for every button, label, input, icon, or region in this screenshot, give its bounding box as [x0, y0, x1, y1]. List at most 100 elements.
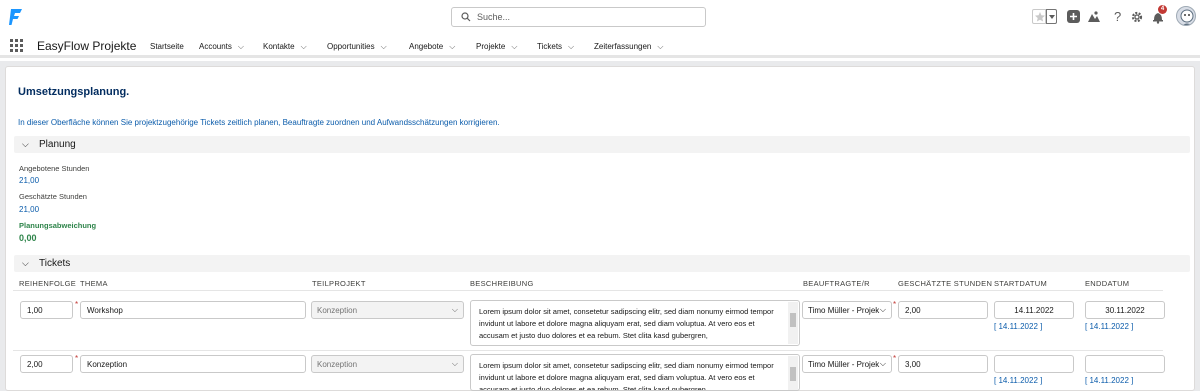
- column-header-thema: THEMA: [80, 279, 108, 288]
- nav-item-startseite[interactable]: Startseite: [150, 42, 184, 51]
- nav-item-opportunities[interactable]: Opportunities ⌵: [327, 42, 387, 52]
- easyflow-logo[interactable]: [9, 8, 23, 26]
- enddatum-default-link[interactable]: [ 14.11.2022 ]: [1085, 376, 1133, 385]
- chevron-down-icon[interactable]: ⌵: [301, 42, 307, 51]
- section-label: Planung: [39, 139, 76, 150]
- nav-item-label: Tickets: [537, 42, 563, 51]
- nav-item-label: Accounts: [199, 42, 232, 51]
- help-icon[interactable]: ?: [1112, 9, 1124, 23]
- app-navigation-bar: EasyFlow Projekte Startseite Accounts ⌵ K…: [0, 34, 1200, 58]
- notification-count-badge: 4: [1158, 5, 1167, 14]
- reihenfolge-input[interactable]: 2,00: [20, 355, 73, 373]
- chevron-down-icon[interactable]: ⌵: [511, 42, 517, 51]
- chevron-down-icon: ⌵: [879, 359, 886, 368]
- nav-item-tickets[interactable]: Tickets ⌵: [537, 42, 574, 52]
- required-marker: *: [893, 300, 897, 309]
- global-actions-button[interactable]: [1067, 10, 1080, 23]
- nav-item-angebote[interactable]: Angebote ⌵: [409, 42, 455, 52]
- plus-icon: [1070, 13, 1077, 20]
- column-header-startdatum: STARTDATUM: [994, 279, 1047, 288]
- section-label: Tickets: [39, 258, 71, 269]
- svg-text:?: ?: [1114, 9, 1121, 23]
- avatar-icon: [1180, 9, 1194, 25]
- page-background: Umsetzungsplanung. In dieser Oberfläche …: [0, 61, 1200, 391]
- startdatum-default-link[interactable]: [ 14.11.2022 ]: [994, 376, 1042, 385]
- enddatum-input[interactable]: 30.11.2022: [1085, 301, 1165, 319]
- trailhead-icon[interactable]: [1087, 10, 1101, 24]
- search-placeholder: Suche...: [477, 12, 511, 22]
- startdatum-input[interactable]: 14.11.2022: [994, 301, 1074, 319]
- required-marker: *: [75, 300, 79, 309]
- planungsabweichung-value: 0,00: [19, 233, 37, 243]
- beauftragte-value: Timo Müller - Projek: [808, 360, 880, 369]
- column-header-reihenfolge: REIHENFOLGE: [19, 279, 77, 288]
- gear-icon[interactable]: [1130, 10, 1144, 24]
- teilprojekt-value: Konzeption: [317, 360, 358, 369]
- favorites-menu-button[interactable]: [1046, 9, 1057, 24]
- user-avatar[interactable]: [1176, 6, 1196, 26]
- planungsabweichung-label: Planungsabweichung: [19, 221, 97, 230]
- angebotene-stunden-value: 21,00: [19, 176, 40, 185]
- enddatum-link-text: 14.11.2022: [1089, 322, 1129, 331]
- enddatum-link-text: 14.11.2022: [1089, 376, 1129, 385]
- section-header-planung[interactable]: ⌵ Planung: [14, 136, 1190, 153]
- nav-item-label: Startseite: [150, 42, 184, 51]
- enddatum-input[interactable]: [1085, 355, 1165, 373]
- angebotene-stunden-label: Angebotene Stunden: [19, 164, 90, 173]
- beschreibung-text: Lorem ipsum dolor sit amet, consetetur s…: [479, 307, 774, 340]
- reihenfolge-input[interactable]: 1,00: [20, 301, 73, 319]
- chevron-down-icon[interactable]: ⌵: [238, 42, 244, 51]
- beauftragte-select[interactable]: Timo Müller - Projek ⌵: [802, 355, 892, 373]
- beschreibung-textarea[interactable]: Lorem ipsum dolor sit amet, consetetur s…: [470, 300, 800, 346]
- search-icon: [461, 12, 471, 22]
- beauftragte-value: Timo Müller - Projek: [808, 306, 880, 315]
- beschreibung-textarea[interactable]: Lorem ipsum dolor sit amet, consetetur s…: [470, 354, 800, 391]
- nav-item-zeiterfassungen[interactable]: Zeiterfassungen ⌵: [594, 42, 663, 52]
- chevron-down-icon: ⌵: [451, 305, 458, 314]
- nav-item-label: Angebote: [409, 42, 444, 51]
- column-header-beauftragte: BEAUFTRAGTE/R: [803, 279, 870, 288]
- required-marker: *: [893, 354, 897, 363]
- column-header-teilprojekt: TEILPROJEKT: [312, 279, 366, 288]
- row-divider: [13, 350, 1163, 351]
- chevron-down-icon: ⌵: [879, 305, 886, 314]
- global-header: Suche... ? 4: [0, 0, 1200, 34]
- app-launcher-icon[interactable]: [10, 39, 23, 52]
- column-header-enddatum: ENDDATUM: [1085, 279, 1130, 288]
- teilprojekt-select[interactable]: Konzeption ⌵: [311, 355, 464, 373]
- app-name: EasyFlow Projekte: [37, 39, 137, 53]
- chevron-down-icon[interactable]: ⌵: [568, 42, 574, 51]
- startdatum-link-text: 14.11.2022: [998, 376, 1038, 385]
- scrollbar-thumb[interactable]: [790, 367, 796, 381]
- chevron-down-icon[interactable]: ⌵: [449, 42, 455, 51]
- teilprojekt-value: Konzeption: [317, 306, 358, 315]
- global-search-input[interactable]: Suche...: [451, 7, 706, 27]
- nav-item-accounts[interactable]: Accounts ⌵: [199, 42, 244, 52]
- enddatum-default-link[interactable]: [ 14.11.2022 ]: [1085, 322, 1133, 331]
- beauftragte-select[interactable]: Timo Müller - Projek ⌵: [802, 301, 892, 319]
- geschaetzte-stunden-input[interactable]: 2,00: [898, 301, 988, 319]
- beschreibung-text: Lorem ipsum dolor sit amet, consetetur s…: [479, 361, 774, 391]
- thema-input[interactable]: Konzeption: [80, 355, 306, 373]
- teilprojekt-select[interactable]: Konzeption ⌵: [311, 301, 464, 319]
- geschaetzte-stunden-label: Geschätzte Stunden: [19, 192, 87, 201]
- nav-item-label: Opportunities: [327, 42, 375, 51]
- startdatum-default-link[interactable]: [ 14.11.2022 ]: [994, 322, 1042, 331]
- section-header-tickets[interactable]: ⌵ Tickets: [14, 255, 1190, 272]
- nav-item-label: Zeiterfassungen: [594, 42, 652, 51]
- chevron-down-icon[interactable]: ⌵: [657, 42, 663, 51]
- page-title: Umsetzungsplanung.: [18, 86, 130, 98]
- chevron-down-icon: [1049, 15, 1055, 19]
- favorites-star-button[interactable]: [1032, 9, 1046, 24]
- column-header-beschreibung: BESCHREIBUNG: [470, 279, 534, 288]
- chevron-down-icon: ⌵: [22, 139, 29, 149]
- chevron-down-icon: ⌵: [22, 258, 29, 268]
- nav-item-kontakte[interactable]: Kontakte ⌵: [263, 42, 307, 52]
- geschaetzte-stunden-input[interactable]: 3,00: [898, 355, 988, 373]
- thema-input[interactable]: Workshop: [80, 301, 306, 319]
- page-intro-text: In dieser Oberfläche können Sie projektz…: [18, 118, 500, 127]
- scrollbar-thumb[interactable]: [790, 313, 796, 327]
- nav-item-projekte[interactable]: Projekte ⌵: [476, 42, 517, 52]
- chevron-down-icon[interactable]: ⌵: [381, 42, 387, 51]
- startdatum-input[interactable]: [994, 355, 1074, 373]
